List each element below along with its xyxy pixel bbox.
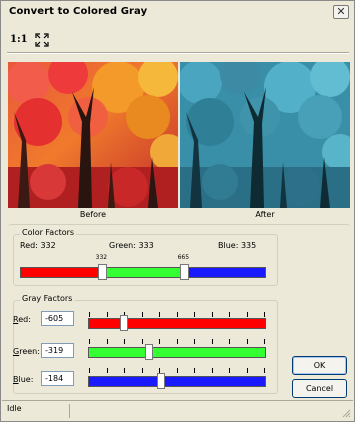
gray-factors-legend: Gray Factors bbox=[20, 294, 75, 303]
slider-tick bbox=[176, 312, 178, 317]
slider-tick bbox=[246, 368, 248, 373]
slider-tick bbox=[89, 368, 90, 373]
gray-blue-label: Blue: bbox=[13, 375, 34, 384]
convert-dialog: Convert to Colored Gray ✕ 1:1 Before Aft… bbox=[0, 0, 355, 422]
slider-tick bbox=[106, 312, 108, 317]
status-panel bbox=[69, 404, 346, 418]
close-button[interactable]: ✕ bbox=[333, 5, 349, 19]
gray-green-label: Green: bbox=[13, 347, 40, 356]
slider-tick bbox=[264, 368, 265, 373]
cancel-button[interactable]: Cancel bbox=[292, 379, 347, 398]
after-caption: After bbox=[255, 210, 275, 219]
gray-blue-slider-track[interactable] bbox=[88, 376, 266, 387]
slider-tick bbox=[106, 339, 108, 344]
toolbar-separator bbox=[7, 52, 349, 54]
gray-green-slider-handle[interactable] bbox=[144, 344, 153, 360]
status-bar: Idle bbox=[2, 400, 353, 420]
color-factors-slider[interactable] bbox=[20, 267, 266, 278]
color-factors-legend: Color Factors bbox=[20, 228, 77, 237]
slider-tick bbox=[264, 339, 265, 344]
slider-tick bbox=[124, 368, 125, 373]
gray-red-label: Red: bbox=[13, 315, 31, 324]
gray-green-ticks bbox=[89, 339, 265, 346]
title-bar[interactable]: Convert to Colored Gray ✕ bbox=[2, 2, 353, 23]
slider-tick bbox=[106, 368, 108, 373]
slider-tick bbox=[141, 368, 143, 373]
slider-tick bbox=[89, 312, 90, 317]
red-green-split-handle[interactable] bbox=[97, 264, 107, 280]
red-segment bbox=[21, 268, 102, 277]
green-blue-split-handle[interactable] bbox=[179, 264, 189, 280]
gray-red-input[interactable]: -605 bbox=[41, 311, 74, 326]
slider-tick bbox=[194, 368, 195, 373]
slider-tick bbox=[229, 312, 230, 317]
after-image bbox=[180, 62, 350, 208]
dialog-title: Convert to Colored Gray bbox=[9, 6, 148, 17]
slider-tick bbox=[211, 339, 213, 344]
status-text: Idle bbox=[7, 404, 22, 413]
slider-tick bbox=[194, 339, 195, 344]
green-segment bbox=[102, 268, 184, 277]
gray-blue-ticks bbox=[89, 368, 265, 375]
slider-tick bbox=[211, 312, 213, 317]
slider-tick bbox=[89, 339, 90, 344]
fit-to-window-icon[interactable] bbox=[35, 33, 49, 47]
gray-green-input[interactable]: -319 bbox=[41, 343, 74, 358]
slider-tick bbox=[176, 339, 178, 344]
color-factor-blue-label: Blue: 335 bbox=[218, 241, 257, 250]
slider-tick bbox=[211, 368, 213, 373]
split2-value-label: 665 bbox=[177, 254, 190, 261]
gray-blue-slider-handle[interactable] bbox=[156, 373, 165, 389]
slider-tick bbox=[246, 339, 248, 344]
ok-button[interactable]: OK bbox=[292, 356, 347, 375]
slider-tick bbox=[229, 339, 230, 344]
slider-tick bbox=[141, 312, 143, 317]
gray-red-slider-handle[interactable] bbox=[119, 315, 128, 331]
color-factor-red-label: Red: 332 bbox=[20, 241, 56, 250]
before-image bbox=[8, 62, 178, 208]
slider-tick bbox=[246, 312, 248, 317]
slider-tick bbox=[124, 339, 125, 344]
slider-tick bbox=[194, 312, 195, 317]
gray-blue-input[interactable]: -184 bbox=[41, 371, 74, 386]
blue-segment bbox=[183, 268, 265, 277]
before-caption: Before bbox=[79, 210, 107, 219]
color-factor-green-label: Green: 333 bbox=[109, 241, 154, 250]
slider-tick bbox=[159, 312, 160, 317]
resize-grip-icon[interactable] bbox=[341, 408, 351, 418]
gray-red-slider-track[interactable] bbox=[88, 318, 266, 329]
slider-tick bbox=[176, 368, 178, 373]
slider-tick bbox=[229, 368, 230, 373]
split1-value-label: 332 bbox=[95, 254, 108, 261]
gray-green-slider-track[interactable] bbox=[88, 347, 266, 358]
zoom-1-1-button[interactable]: 1:1 bbox=[10, 34, 28, 45]
slider-tick bbox=[159, 339, 160, 344]
slider-tick bbox=[141, 339, 143, 344]
slider-tick bbox=[264, 312, 265, 317]
